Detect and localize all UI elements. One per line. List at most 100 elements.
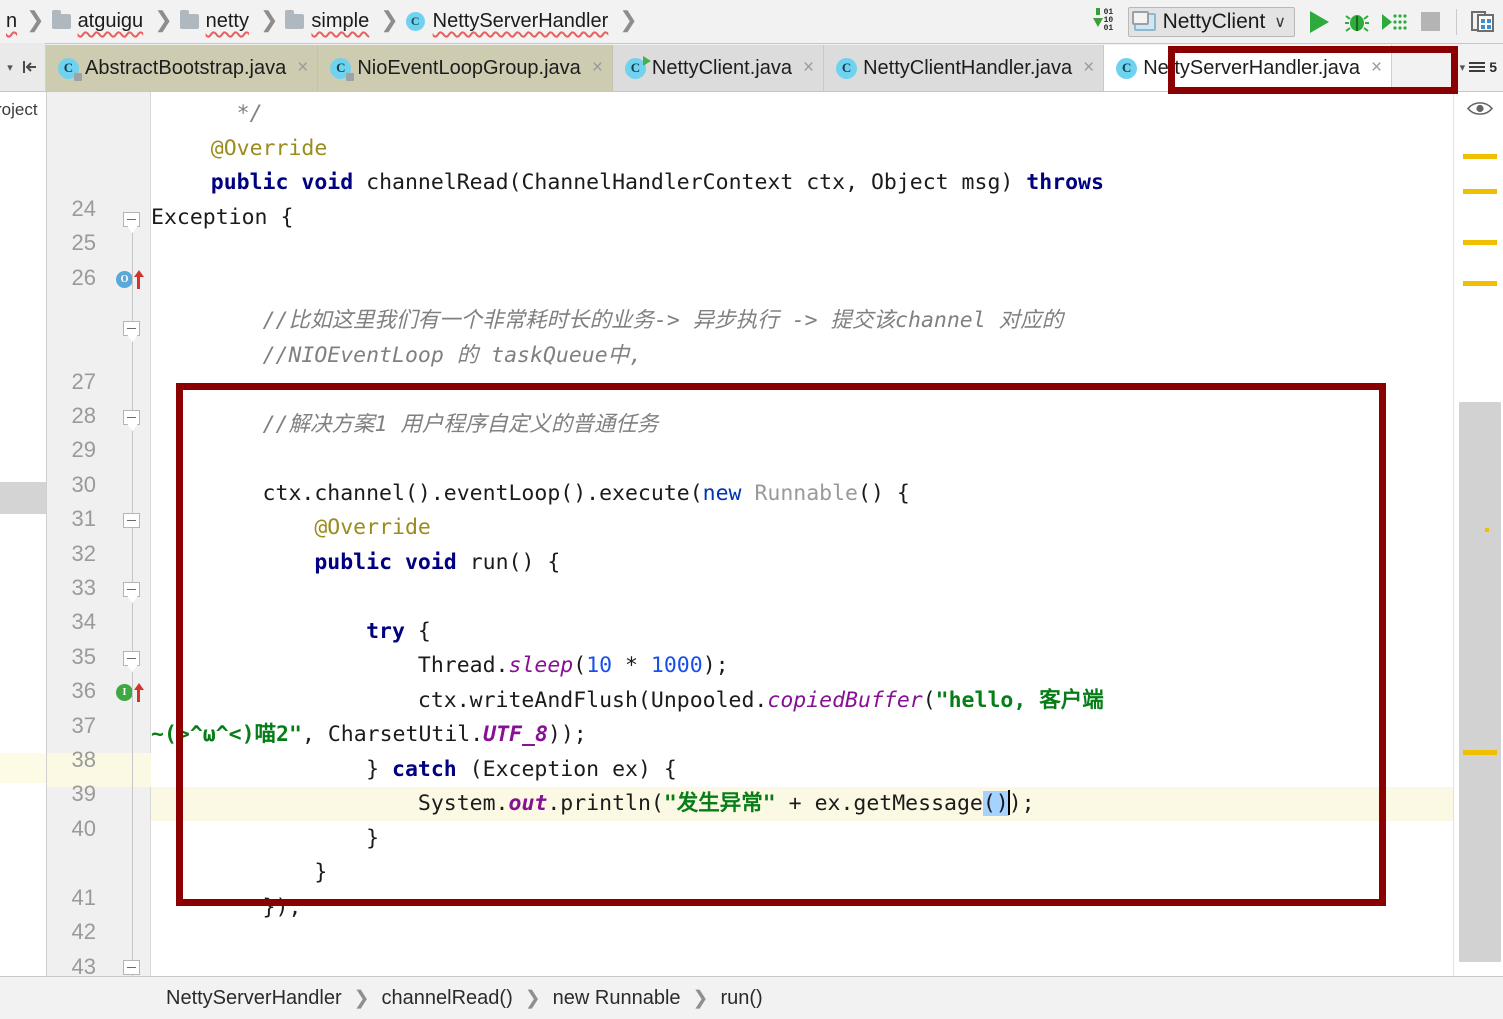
- chevron-down-icon[interactable]: ▾: [1460, 61, 1466, 74]
- run-config-name: NettyClient: [1162, 9, 1266, 33]
- editor-tab-nioeventloopgroup[interactable]: C NioEventLoopGroup.java ×: [318, 45, 613, 91]
- line-number: 29: [71, 437, 96, 462]
- inspections-widget-icon[interactable]: [1469, 62, 1486, 72]
- left-tool-window-strip: roject: [0, 92, 46, 976]
- code-line-37[interactable]: [159, 580, 1454, 615]
- source-code[interactable]: */ @Override public void channelRead(Cha…: [151, 97, 1454, 976]
- java-class-icon: C: [330, 57, 355, 81]
- breadcrumb-item-simple[interactable]: simple: [283, 0, 375, 44]
- breadcrumb-item-atguigu[interactable]: atguigu: [50, 0, 150, 44]
- editor-tab-nettyclient[interactable]: C NettyClient.java ×: [612, 45, 825, 91]
- code-editor: 24 25 26 27 28 29 30 31 32 33 34 35 36 3…: [46, 92, 1503, 1019]
- chevron-down-icon: ∨: [1274, 13, 1286, 31]
- run-with-coverage-button[interactable]: [1375, 3, 1412, 40]
- warning-marker[interactable]: [1463, 281, 1497, 286]
- code-text-area[interactable]: */ @Override public void channelRead(Cha…: [151, 92, 1454, 976]
- editor-scrollbar-thumb[interactable]: [1459, 402, 1501, 962]
- code-line-27[interactable]: [159, 235, 1454, 270]
- editor-marker-gutter[interactable]: [1453, 92, 1503, 976]
- code-line-30[interactable]: //NIOEventLoop 的 taskQueue中,: [159, 339, 1454, 374]
- code-line-26[interactable]: public void channelRead(ChannelHandlerCo…: [159, 166, 1454, 201]
- line-number: 28: [71, 403, 96, 428]
- warning-marker-small[interactable]: [1485, 528, 1489, 532]
- editor-gutter[interactable]: 24 25 26 27 28 29 30 31 32 33 34 35 36 3…: [47, 92, 151, 1019]
- warning-marker[interactable]: [1463, 154, 1497, 159]
- code-line-34[interactable]: ctx.channel().eventLoop().execute(new Ru…: [159, 477, 1454, 512]
- code-line-36[interactable]: public void run() {: [159, 546, 1454, 581]
- code-line-33[interactable]: [159, 442, 1454, 477]
- layout-button[interactable]: [1464, 3, 1501, 40]
- code-line-32[interactable]: //解决方案1 用户程序自定义的普通任务: [159, 408, 1454, 443]
- code-fold-toggle[interactable]: [123, 410, 140, 425]
- tab-list-controls[interactable]: ▾: [0, 43, 46, 91]
- code-fold-toggle[interactable]: [123, 321, 140, 336]
- code-line-42[interactable]: System.out.println("发生异常" + ex.getMessag…: [159, 787, 1454, 822]
- breadcrumb-separator: ❯: [154, 7, 173, 32]
- close-icon[interactable]: ×: [1371, 57, 1382, 79]
- code-line-46[interactable]: [159, 925, 1454, 960]
- line-number: 36: [71, 678, 96, 703]
- editor-tab-nettyserverhandler[interactable]: C NettyServerHandler.java ×: [1104, 45, 1393, 91]
- breadcrumb-item-nettyserverhandler[interactable]: C NettyServerHandler: [404, 0, 615, 44]
- code-fold-toggle[interactable]: [123, 960, 140, 975]
- code-line-44[interactable]: }: [159, 856, 1454, 891]
- warning-marker[interactable]: [1463, 189, 1497, 194]
- close-icon[interactable]: ×: [1083, 57, 1094, 79]
- code-line-39[interactable]: Thread.sleep(10 * 1000);: [159, 649, 1454, 684]
- gutter-icon-implementing-method[interactable]: I: [116, 683, 144, 702]
- code-line-40-wrap[interactable]: ~(>^ω^<)喵2", CharsetUtil.UTF_8));: [151, 718, 1454, 753]
- line-number: 38: [71, 747, 96, 772]
- code-line-47[interactable]: [159, 960, 1454, 977]
- editor-tab-nettyclienthandler[interactable]: C NettyClientHandler.java ×: [824, 45, 1105, 91]
- code-line-45[interactable]: });: [159, 891, 1454, 926]
- breadcrumb-item-netty[interactable]: netty: [178, 0, 255, 44]
- stop-button[interactable]: [1412, 3, 1449, 40]
- code-line-26-wrap[interactable]: Exception {: [151, 201, 1454, 236]
- line-number: 27: [71, 369, 96, 394]
- status-breadcrumb-item-class[interactable]: NettyServerHandler: [166, 987, 342, 1010]
- java-class-icon: C: [1116, 57, 1138, 79]
- warning-marker[interactable]: [1463, 750, 1497, 755]
- run-button[interactable]: [1301, 3, 1338, 40]
- code-line-38[interactable]: try {: [159, 615, 1454, 650]
- code-fold-toggle[interactable]: [123, 513, 140, 528]
- code-line-25[interactable]: @Override: [159, 132, 1454, 167]
- code-line-35[interactable]: @Override: [159, 511, 1454, 546]
- line-number: 39: [71, 781, 96, 806]
- debug-button[interactable]: [1338, 3, 1375, 40]
- run-config-icon: [1131, 10, 1156, 31]
- intellij-idea-window: n ❯ atguigu ❯ netty ❯ simple ❯ C NettySe…: [0, 0, 1503, 1019]
- line-number: 31: [71, 506, 96, 531]
- bug-icon: [1344, 14, 1369, 32]
- code-line-24[interactable]: */: [159, 97, 1454, 132]
- close-icon[interactable]: ×: [803, 57, 814, 79]
- update-project-icon[interactable]: 01 10 01: [1092, 7, 1122, 35]
- status-breadcrumb-item-method[interactable]: channelRead(): [382, 987, 513, 1010]
- editor-tab-abstractbootstrap[interactable]: C AbstractBootstrap.java ×: [46, 45, 319, 91]
- code-line-28[interactable]: [159, 270, 1454, 305]
- close-icon[interactable]: ×: [592, 57, 603, 79]
- run-configuration-selector[interactable]: NettyClient ∨: [1127, 6, 1295, 37]
- code-fold-toggle[interactable]: [123, 212, 140, 227]
- code-line-41[interactable]: } catch (Exception ex) {: [159, 753, 1454, 788]
- code-line-31[interactable]: [159, 373, 1454, 408]
- close-icon[interactable]: ×: [297, 57, 308, 79]
- chevron-down-icon[interactable]: ▾: [7, 61, 13, 74]
- project-tool-window-label[interactable]: roject: [0, 100, 38, 120]
- code-line-43[interactable]: }: [159, 822, 1454, 857]
- status-breadcrumb-separator: ❯: [353, 987, 370, 1009]
- line-number: 34: [71, 609, 96, 634]
- fold-guide-line: [132, 227, 133, 1019]
- up-arrow-icon: [134, 270, 144, 289]
- status-breadcrumb-item-anonymous-class[interactable]: new Runnable: [553, 987, 681, 1010]
- code-fold-toggle[interactable]: [123, 582, 140, 597]
- code-line-40[interactable]: ctx.writeAndFlush(Unpooled.copiedBuffer(…: [159, 684, 1454, 719]
- implementing-method-icon: I: [116, 684, 133, 701]
- warning-marker[interactable]: [1463, 240, 1497, 245]
- tab-label: NettyServerHandler.java: [1143, 56, 1360, 79]
- code-line-29[interactable]: //比如这里我们有一个非常耗时长的业务-> 异步执行 -> 提交该channel…: [159, 304, 1454, 339]
- status-breadcrumb-item-run[interactable]: run(): [720, 987, 762, 1010]
- java-class-icon: C: [836, 57, 858, 79]
- gutter-icon-overriding-method[interactable]: O: [116, 270, 144, 289]
- code-fold-toggle[interactable]: [123, 651, 140, 666]
